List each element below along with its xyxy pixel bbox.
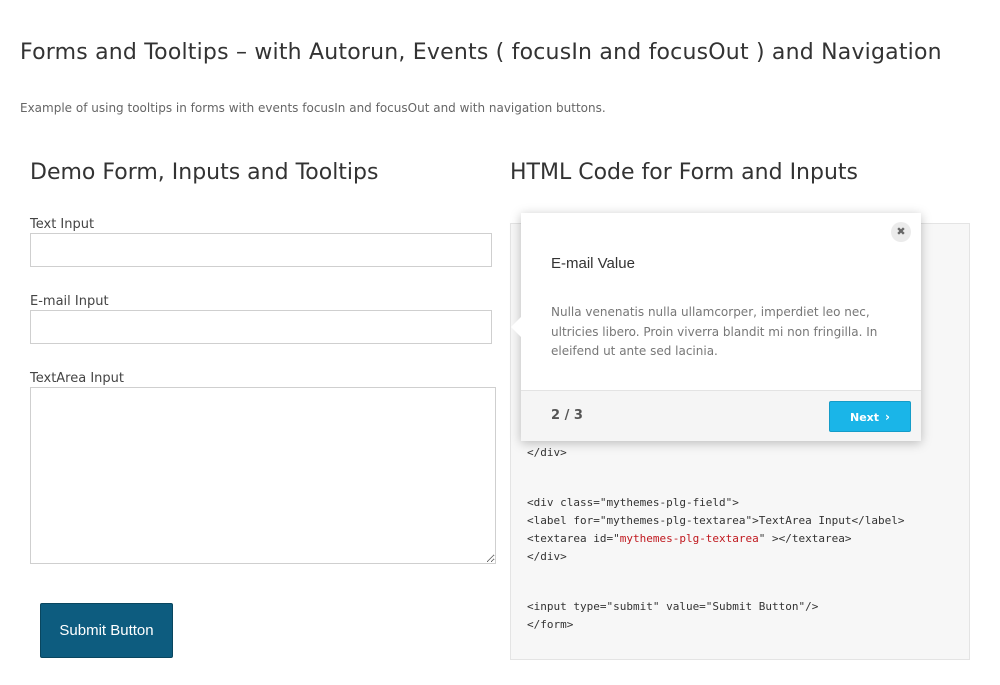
step-counter: 2 / 3 bbox=[551, 408, 583, 423]
code-line: <input type="submit" value="Submit Butto… bbox=[527, 600, 819, 613]
form-heading: Demo Form, Inputs and Tooltips bbox=[30, 160, 379, 185]
email-input-label: E-mail Input bbox=[30, 294, 109, 309]
text-input[interactable] bbox=[30, 233, 492, 267]
page-description: Example of using tooltips in forms with … bbox=[20, 101, 606, 115]
textarea-input-label: TextArea Input bbox=[30, 371, 125, 386]
code-line: </div> bbox=[527, 446, 567, 459]
page-title: Forms and Tooltips – with Autorun, Event… bbox=[20, 40, 942, 65]
code-string: mythemes-plg-textarea bbox=[619, 532, 759, 545]
tooltip-title: E-mail Value bbox=[551, 255, 635, 272]
code-line: <label for="mythemes-plg-textarea">TextA… bbox=[527, 514, 905, 527]
code-text: " ></textarea> bbox=[758, 532, 852, 545]
close-icon[interactable]: ✖ bbox=[891, 222, 911, 242]
chevron-right-icon: › bbox=[885, 409, 890, 424]
textarea-input[interactable] bbox=[30, 387, 496, 564]
code-line: </div> bbox=[527, 550, 567, 563]
submit-button[interactable]: Submit Button bbox=[40, 603, 173, 658]
text-input-label: Text Input bbox=[30, 217, 95, 232]
tooltip-footer: 2 / 3 Next › bbox=[521, 390, 921, 441]
next-button-label: Next bbox=[850, 410, 880, 424]
code-heading: HTML Code for Form and Inputs bbox=[510, 160, 858, 185]
tooltip-arrow bbox=[511, 317, 521, 337]
code-line: <div class="mythemes-plg-field"> bbox=[527, 496, 739, 509]
code-line: <textarea id="mythemes-plg-textarea" ></… bbox=[527, 532, 852, 545]
tooltip-body: Nulla venenatis nulla ullamcorper, imper… bbox=[551, 305, 878, 358]
tooltip-popover: ✖ E-mail Value Nulla venenatis nulla ull… bbox=[511, 213, 921, 441]
code-text: <textarea id=" bbox=[527, 532, 620, 545]
email-input[interactable] bbox=[30, 310, 492, 344]
code-line: </form> bbox=[527, 618, 574, 631]
next-button[interactable]: Next › bbox=[829, 401, 911, 432]
